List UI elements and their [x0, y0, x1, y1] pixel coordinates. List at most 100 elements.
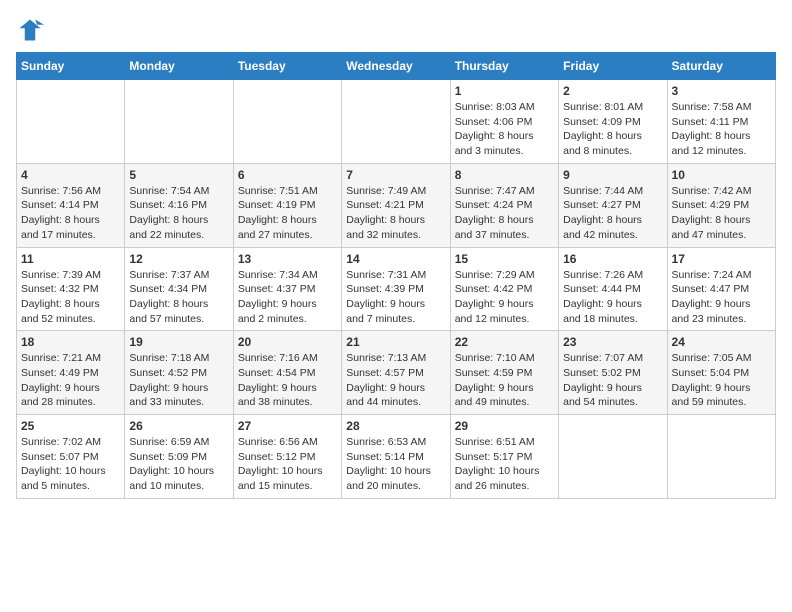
- day-info: Sunrise: 7:24 AM Sunset: 4:47 PM Dayligh…: [672, 268, 771, 327]
- day-cell: 21 Sunrise: 7:13 AM Sunset: 4:57 PM Dayli…: [342, 331, 450, 415]
- day-cell: 5 Sunrise: 7:54 AM Sunset: 4:16 PM Daylig…: [125, 163, 233, 247]
- day-cell: 19 Sunrise: 7:18 AM Sunset: 4:52 PM Dayli…: [125, 331, 233, 415]
- day-info: Sunrise: 7:26 AM Sunset: 4:44 PM Dayligh…: [563, 268, 662, 327]
- day-cell: 11Sunrise: 7:39 AM Sunset: 4:32 PM Dayli…: [17, 247, 125, 331]
- day-cell: [125, 80, 233, 164]
- day-info: Sunrise: 7:47 AM Sunset: 4:24 PM Dayligh…: [455, 184, 554, 243]
- weekday-wednesday: Wednesday: [342, 53, 450, 80]
- day-cell: 7 Sunrise: 7:49 AM Sunset: 4:21 PM Daylig…: [342, 163, 450, 247]
- day-cell: 8 Sunrise: 7:47 AM Sunset: 4:24 PM Daylig…: [450, 163, 558, 247]
- day-info: Sunrise: 6:56 AM Sunset: 5:12 PM Dayligh…: [238, 435, 337, 494]
- day-info: Sunrise: 7:37 AM Sunset: 4:34 PM Dayligh…: [129, 268, 228, 327]
- day-number: 15: [455, 252, 554, 266]
- day-info: Sunrise: 7:44 AM Sunset: 4:27 PM Dayligh…: [563, 184, 662, 243]
- day-info: Sunrise: 7:21 AM Sunset: 4:49 PM Dayligh…: [21, 351, 120, 410]
- weekday-tuesday: Tuesday: [233, 53, 341, 80]
- day-info: Sunrise: 6:53 AM Sunset: 5:14 PM Dayligh…: [346, 435, 445, 494]
- day-number: 10: [672, 168, 771, 182]
- day-cell: 13 Sunrise: 7:34 AM Sunset: 4:37 PM Dayli…: [233, 247, 341, 331]
- day-info: Sunrise: 7:54 AM Sunset: 4:16 PM Dayligh…: [129, 184, 228, 243]
- day-cell: 28Sunrise: 6:53 AM Sunset: 5:14 PM Dayli…: [342, 415, 450, 499]
- day-number: 8: [455, 168, 554, 182]
- day-info: Sunrise: 7:56 AM Sunset: 4:14 PM Dayligh…: [21, 184, 120, 243]
- day-cell: 18 Sunrise: 7:21 AM Sunset: 4:49 PM Dayli…: [17, 331, 125, 415]
- day-info: Sunrise: 7:34 AM Sunset: 4:37 PM Dayligh…: [238, 268, 337, 327]
- day-cell: 9 Sunrise: 7:44 AM Sunset: 4:27 PM Daylig…: [559, 163, 667, 247]
- day-info: Sunrise: 7:07 AM Sunset: 5:02 PM Dayligh…: [563, 351, 662, 410]
- day-number: 29: [455, 419, 554, 433]
- day-info: Sunrise: 8:01 AM Sunset: 4:09 PM Dayligh…: [563, 100, 662, 159]
- day-info: Sunrise: 7:05 AM Sunset: 5:04 PM Dayligh…: [672, 351, 771, 410]
- calendar-table: SundayMondayTuesdayWednesdayThursdayFrid…: [16, 52, 776, 499]
- day-info: Sunrise: 7:29 AM Sunset: 4:42 PM Dayligh…: [455, 268, 554, 327]
- day-number: 21: [346, 335, 445, 349]
- day-info: Sunrise: 7:18 AM Sunset: 4:52 PM Dayligh…: [129, 351, 228, 410]
- day-number: 25: [21, 419, 120, 433]
- day-info: Sunrise: 6:59 AM Sunset: 5:09 PM Dayligh…: [129, 435, 228, 494]
- weekday-saturday: Saturday: [667, 53, 775, 80]
- week-row-3: 11Sunrise: 7:39 AM Sunset: 4:32 PM Dayli…: [17, 247, 776, 331]
- day-number: 26: [129, 419, 228, 433]
- day-number: 18: [21, 335, 120, 349]
- day-cell: [559, 415, 667, 499]
- day-number: 13: [238, 252, 337, 266]
- day-info: Sunrise: 7:31 AM Sunset: 4:39 PM Dayligh…: [346, 268, 445, 327]
- day-info: Sunrise: 7:13 AM Sunset: 4:57 PM Dayligh…: [346, 351, 445, 410]
- day-info: Sunrise: 7:49 AM Sunset: 4:21 PM Dayligh…: [346, 184, 445, 243]
- day-number: 3: [672, 84, 771, 98]
- day-number: 6: [238, 168, 337, 182]
- day-cell: 12 Sunrise: 7:37 AM Sunset: 4:34 PM Dayli…: [125, 247, 233, 331]
- day-number: 23: [563, 335, 662, 349]
- weekday-monday: Monday: [125, 53, 233, 80]
- day-number: 14: [346, 252, 445, 266]
- day-number: 22: [455, 335, 554, 349]
- day-number: 9: [563, 168, 662, 182]
- day-number: 7: [346, 168, 445, 182]
- weekday-sunday: Sunday: [17, 53, 125, 80]
- day-cell: 29 Sunrise: 6:51 AM Sunset: 5:17 PM Dayli…: [450, 415, 558, 499]
- day-number: 16: [563, 252, 662, 266]
- day-cell: [667, 415, 775, 499]
- week-row-1: 1Sunrise: 8:03 AM Sunset: 4:06 PM Daylig…: [17, 80, 776, 164]
- day-info: Sunrise: 7:39 AM Sunset: 4:32 PM Dayligh…: [21, 268, 120, 327]
- day-cell: 22 Sunrise: 7:10 AM Sunset: 4:59 PM Dayli…: [450, 331, 558, 415]
- week-row-2: 4 Sunrise: 7:56 AM Sunset: 4:14 PM Daylig…: [17, 163, 776, 247]
- calendar-body: 1Sunrise: 8:03 AM Sunset: 4:06 PM Daylig…: [17, 80, 776, 499]
- day-cell: 20 Sunrise: 7:16 AM Sunset: 4:54 PM Dayli…: [233, 331, 341, 415]
- day-info: Sunrise: 7:16 AM Sunset: 4:54 PM Dayligh…: [238, 351, 337, 410]
- day-number: 19: [129, 335, 228, 349]
- day-number: 20: [238, 335, 337, 349]
- day-number: 4: [21, 168, 120, 182]
- day-number: 24: [672, 335, 771, 349]
- day-cell: 25 Sunrise: 7:02 AM Sunset: 5:07 PM Dayli…: [17, 415, 125, 499]
- day-cell: 3 Sunrise: 7:58 AM Sunset: 4:11 PM Daylig…: [667, 80, 775, 164]
- weekday-thursday: Thursday: [450, 53, 558, 80]
- day-cell: 16 Sunrise: 7:26 AM Sunset: 4:44 PM Dayli…: [559, 247, 667, 331]
- weekday-header-row: SundayMondayTuesdayWednesdayThursdayFrid…: [17, 53, 776, 80]
- weekday-friday: Friday: [559, 53, 667, 80]
- day-cell: 2 Sunrise: 8:01 AM Sunset: 4:09 PM Daylig…: [559, 80, 667, 164]
- day-number: 27: [238, 419, 337, 433]
- logo-bird-icon: [16, 16, 44, 44]
- logo: [16, 16, 48, 44]
- day-cell: 14 Sunrise: 7:31 AM Sunset: 4:39 PM Dayli…: [342, 247, 450, 331]
- day-info: Sunrise: 6:51 AM Sunset: 5:17 PM Dayligh…: [455, 435, 554, 494]
- day-number: 5: [129, 168, 228, 182]
- day-info: Sunrise: 7:42 AM Sunset: 4:29 PM Dayligh…: [672, 184, 771, 243]
- day-cell: 17 Sunrise: 7:24 AM Sunset: 4:47 PM Dayli…: [667, 247, 775, 331]
- day-info: Sunrise: 7:58 AM Sunset: 4:11 PM Dayligh…: [672, 100, 771, 159]
- day-number: 17: [672, 252, 771, 266]
- day-number: 2: [563, 84, 662, 98]
- day-number: 1: [455, 84, 554, 98]
- day-info: Sunrise: 7:02 AM Sunset: 5:07 PM Dayligh…: [21, 435, 120, 494]
- day-info: Sunrise: 7:10 AM Sunset: 4:59 PM Dayligh…: [455, 351, 554, 410]
- day-cell: 4 Sunrise: 7:56 AM Sunset: 4:14 PM Daylig…: [17, 163, 125, 247]
- day-cell: 15 Sunrise: 7:29 AM Sunset: 4:42 PM Dayli…: [450, 247, 558, 331]
- day-number: 12: [129, 252, 228, 266]
- week-row-4: 18 Sunrise: 7:21 AM Sunset: 4:49 PM Dayli…: [17, 331, 776, 415]
- day-cell: [233, 80, 341, 164]
- day-cell: 1Sunrise: 8:03 AM Sunset: 4:06 PM Daylig…: [450, 80, 558, 164]
- day-cell: 23 Sunrise: 7:07 AM Sunset: 5:02 PM Dayli…: [559, 331, 667, 415]
- day-cell: 26 Sunrise: 6:59 AM Sunset: 5:09 PM Dayli…: [125, 415, 233, 499]
- week-row-5: 25 Sunrise: 7:02 AM Sunset: 5:07 PM Dayli…: [17, 415, 776, 499]
